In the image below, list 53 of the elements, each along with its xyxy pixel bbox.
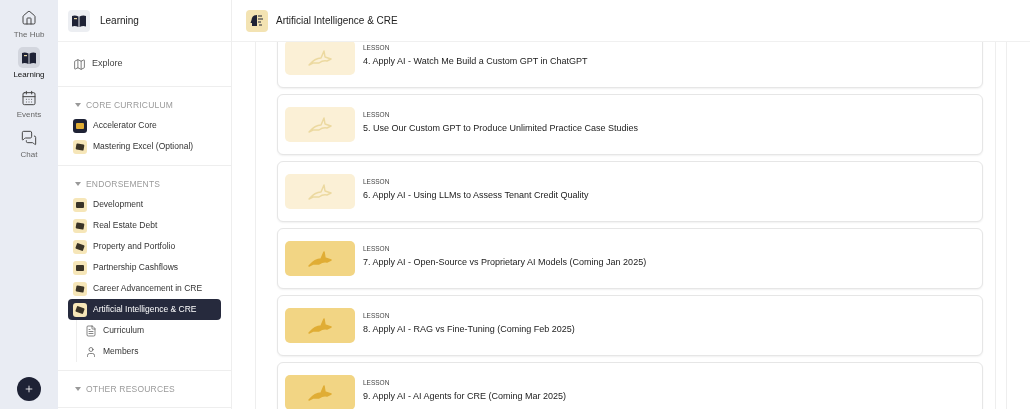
course-item[interactable]: Property and Portfolio [68, 236, 221, 257]
nav-item[interactable]: Events [4, 87, 54, 127]
nav-label: Events [16, 110, 42, 120]
lesson-title: 6. Apply AI - Using LLMs to Assess Tenant Credit Quality [363, 188, 589, 202]
explore-link[interactable]: Explore [92, 57, 123, 71]
course-item[interactable]: Accelerator Core [68, 115, 221, 136]
nav-label: Learning [13, 70, 45, 80]
document-icon [85, 324, 97, 337]
chat-icon [21, 129, 37, 146]
plus-icon [24, 384, 34, 394]
sidebar-title: Learning [100, 14, 139, 28]
course-icon [73, 118, 87, 133]
nav-item[interactable]: Learning [4, 47, 54, 87]
add-button[interactable] [17, 377, 41, 401]
lesson-title: 5. Use Our Custom GPT to Produce Unlimited Practice Case Studies [363, 121, 638, 135]
book-icon [22, 51, 36, 64]
nav-item[interactable]: Chat [4, 127, 54, 167]
nav-item[interactable]: The Hub [4, 7, 54, 47]
course-icon [73, 197, 87, 212]
sub-item[interactable]: Members [85, 341, 231, 362]
course-item[interactable]: Career Advancement in CRE [68, 278, 221, 299]
lesson-title: 9. Apply AI - AI Agents for CRE (Coming Mar 2025) [363, 389, 567, 403]
sub-item-label: Curriculum [103, 324, 145, 337]
caret-icon [75, 182, 81, 186]
course-item[interactable]: Mastering Excel (Optional) [68, 136, 221, 157]
course-icon [73, 218, 87, 233]
person-icon [85, 345, 97, 358]
sub-item[interactable]: Curriculum [85, 320, 231, 341]
map-icon [73, 57, 86, 71]
caret-icon [75, 387, 81, 391]
page-title: Artificial Intelligence & CRE [276, 14, 398, 28]
course-icon [73, 239, 87, 254]
course-item[interactable]: Artificial Intelligence & CRE [68, 299, 221, 320]
book-icon [72, 14, 86, 27]
section-title: ENDORSEMENTS [86, 177, 161, 191]
caret-icon [75, 103, 81, 107]
course-icon [73, 281, 87, 296]
home-icon [21, 9, 37, 26]
lesson-title: 4. Apply AI - Watch Me Build a Custom GPT in ChatGPT [363, 54, 588, 68]
lesson-title: 7. Apply AI - Open-Source vs Proprietary AI Models (Coming Jan 2025) [363, 255, 647, 269]
section-title: CORE CURRICULUM [86, 98, 174, 112]
section-title: OTHER RESOURCES [86, 382, 175, 396]
course-item[interactable]: Development [68, 194, 221, 215]
course-item[interactable]: Partnership Cashflows [68, 257, 221, 278]
nav-label: Chat [20, 150, 38, 160]
calendar-icon [21, 89, 37, 106]
course-icon [73, 302, 87, 317]
lesson-title: 8. Apply AI - RAG vs Fine-Tuning (Coming Feb 2025) [363, 322, 575, 336]
course-item[interactable]: Real Estate Debt [68, 215, 221, 236]
nav-label: The Hub [13, 30, 45, 40]
course-icon [73, 260, 87, 275]
sub-item-label: Members [103, 345, 139, 358]
course-icon [73, 139, 87, 154]
